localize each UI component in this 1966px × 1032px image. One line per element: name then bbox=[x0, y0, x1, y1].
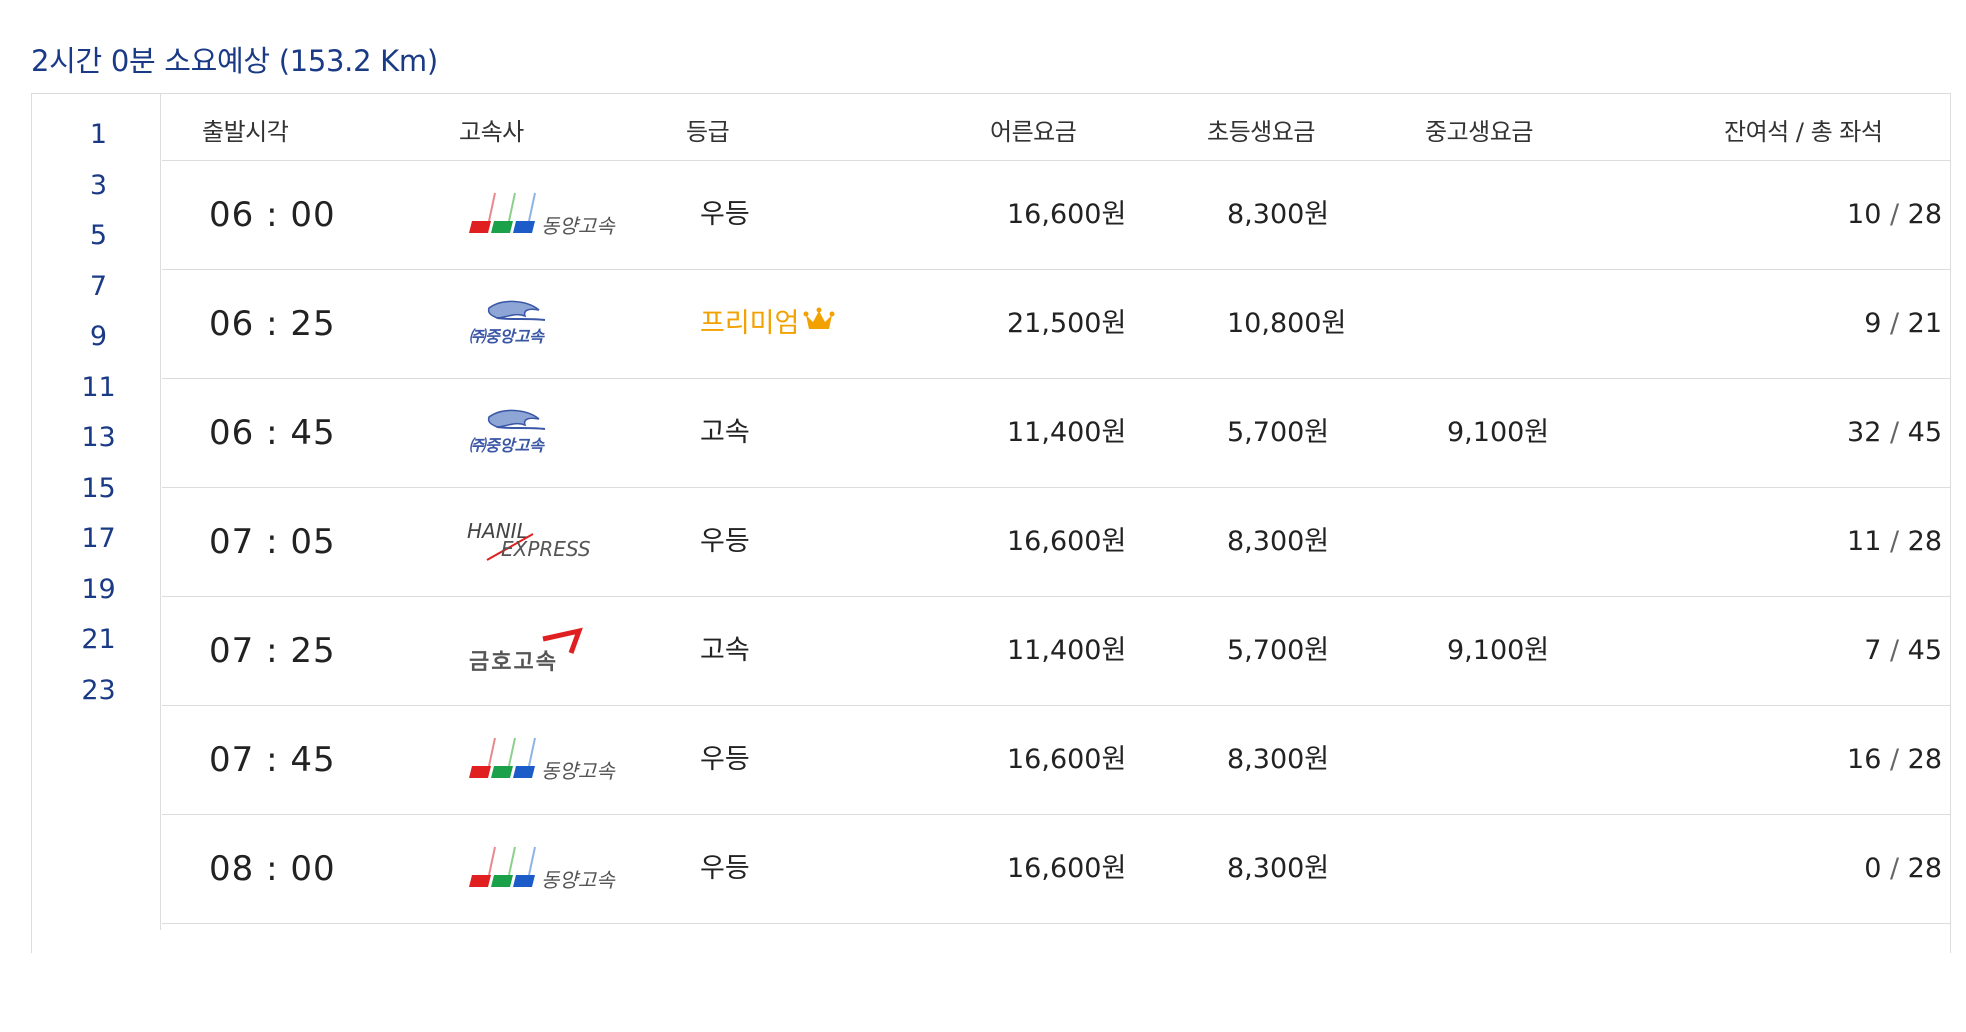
child-fare: 8,300원 bbox=[1227, 526, 1330, 557]
svg-text:금호고속: 금호고속 bbox=[469, 650, 558, 675]
total-seats: 28 bbox=[1907, 744, 1942, 775]
table-row[interactable]: 07 : 05 HANIL EXPRESS 우등 16,600원 8,300원 … bbox=[162, 488, 1950, 597]
seat-availability: 16 / 28 bbox=[1847, 744, 1942, 775]
hour-17[interactable]: 17 bbox=[31, 523, 166, 554]
premium-label: 프리미엄 bbox=[700, 308, 800, 339]
header-grade: 등급 bbox=[686, 118, 730, 146]
table-row[interactable]: 07 : 45 동양고속 우등 16,600원 8,300원 16 / 28 bbox=[162, 706, 1950, 815]
bus-timetable: 출발시각 고속사 등급 어른요금 초등생요금 중고생요금 잔여석 / 총 좌석 … bbox=[162, 94, 1950, 1032]
kumho-logo: 금호고속 bbox=[467, 623, 627, 679]
bus-grade: 프리미엄 bbox=[700, 270, 835, 378]
remaining-seats: 0 bbox=[1864, 853, 1882, 884]
table-row[interactable]: 08 : 00 동양고속 우등 16,600원 8,300원 0 / 28 bbox=[162, 815, 1950, 924]
total-seats: 28 bbox=[1907, 199, 1942, 230]
bus-grade: 우등 bbox=[700, 199, 750, 230]
seat-availability: 7 / 45 bbox=[1864, 635, 1942, 666]
adult-fare: 16,600원 bbox=[1007, 526, 1127, 557]
jungang-logo: ㈜중앙고속 bbox=[467, 405, 627, 461]
dongyang-logo: 동양고속 bbox=[467, 187, 627, 243]
hour-7[interactable]: 7 bbox=[31, 271, 166, 302]
teen-fare: 9,100원 bbox=[1447, 417, 1550, 448]
adult-fare: 21,500원 bbox=[1007, 308, 1127, 339]
bus-grade: 고속 bbox=[700, 417, 750, 448]
hour-21[interactable]: 21 bbox=[31, 624, 166, 655]
hour-3[interactable]: 3 bbox=[31, 170, 166, 201]
header-company: 고속사 bbox=[459, 118, 524, 146]
table-header: 출발시각 고속사 등급 어른요금 초등생요금 중고생요금 잔여석 / 총 좌석 bbox=[162, 94, 1950, 161]
hour-15[interactable]: 15 bbox=[31, 473, 166, 504]
departure-time: 07 : 45 bbox=[209, 740, 336, 780]
total-seats: 28 bbox=[1907, 526, 1942, 557]
remaining-seats: 9 bbox=[1864, 308, 1882, 339]
hour-11[interactable]: 11 bbox=[31, 372, 166, 403]
remaining-seats: 10 bbox=[1847, 199, 1882, 230]
teen-fare: 9,100원 bbox=[1447, 635, 1550, 666]
child-fare: 5,700원 bbox=[1227, 417, 1330, 448]
hour-5[interactable]: 5 bbox=[31, 220, 166, 251]
seat-availability: 10 / 28 bbox=[1847, 199, 1942, 230]
bus-grade: 고속 bbox=[700, 635, 750, 666]
hour-19[interactable]: 19 bbox=[31, 574, 166, 605]
header-seats: 잔여석 / 총 좌석 bbox=[1724, 118, 1883, 146]
child-fare: 10,800원 bbox=[1227, 308, 1347, 339]
hour-filter-column: 1 3 5 7 9 11 13 15 17 19 21 23 bbox=[31, 93, 161, 930]
table-row[interactable] bbox=[162, 924, 1950, 1032]
table-row[interactable]: 06 : 45 ㈜중앙고속 고속 11,400원 5,700원 9,100원 3… bbox=[162, 379, 1950, 488]
table-row[interactable]: 07 : 25 금호고속 고속 11,400원 5,700원 9,100원 7 … bbox=[162, 597, 1950, 706]
total-seats: 21 bbox=[1907, 308, 1942, 339]
total-seats: 45 bbox=[1907, 417, 1942, 448]
hanil-logo: HANIL EXPRESS bbox=[467, 514, 627, 570]
seat-availability: 9 / 21 bbox=[1864, 308, 1942, 339]
bus-grade: 우등 bbox=[700, 526, 750, 557]
remaining-seats: 16 bbox=[1847, 744, 1882, 775]
svg-text:㈜중앙고속: ㈜중앙고속 bbox=[469, 436, 545, 455]
remaining-seats: 32 bbox=[1847, 417, 1882, 448]
total-seats: 28 bbox=[1907, 853, 1942, 884]
crown-icon bbox=[803, 271, 835, 379]
svg-text:동양고속: 동양고속 bbox=[541, 868, 616, 892]
remaining-seats: 11 bbox=[1847, 526, 1882, 557]
header-departure-time: 출발시각 bbox=[202, 118, 289, 146]
hour-13[interactable]: 13 bbox=[31, 422, 166, 453]
seat-availability: 0 / 28 bbox=[1864, 853, 1942, 884]
child-fare: 8,300원 bbox=[1227, 744, 1330, 775]
adult-fare: 11,400원 bbox=[1007, 417, 1127, 448]
child-fare: 8,300원 bbox=[1227, 199, 1330, 230]
hour-23[interactable]: 23 bbox=[31, 675, 166, 706]
departure-time: 06 : 25 bbox=[209, 304, 336, 344]
adult-fare: 16,600원 bbox=[1007, 853, 1127, 884]
departure-time: 06 : 45 bbox=[209, 413, 336, 453]
bus-grade: 우등 bbox=[700, 744, 750, 775]
dongyang-logo: 동양고속 bbox=[467, 732, 627, 788]
adult-fare: 11,400원 bbox=[1007, 635, 1127, 666]
trip-summary: 2시간 0분 소요예상 (153.2 Km) bbox=[31, 44, 438, 78]
adult-fare: 16,600원 bbox=[1007, 199, 1127, 230]
departure-time: 07 : 25 bbox=[209, 631, 336, 671]
dongyang-logo: 동양고속 bbox=[467, 841, 627, 897]
seat-availability: 11 / 28 bbox=[1847, 526, 1942, 557]
child-fare: 5,700원 bbox=[1227, 635, 1330, 666]
departure-time: 08 : 00 bbox=[209, 849, 336, 889]
departure-time: 07 : 05 bbox=[209, 522, 336, 562]
svg-text:EXPRESS: EXPRESS bbox=[501, 537, 591, 561]
total-seats: 45 bbox=[1907, 635, 1942, 666]
hour-9[interactable]: 9 bbox=[31, 321, 166, 352]
svg-text:동양고속: 동양고속 bbox=[541, 214, 616, 238]
child-fare: 8,300원 bbox=[1227, 853, 1330, 884]
header-teen-fare: 중고생요금 bbox=[1425, 118, 1533, 146]
remaining-seats: 7 bbox=[1864, 635, 1882, 666]
seat-availability: 32 / 45 bbox=[1847, 417, 1942, 448]
hour-1[interactable]: 1 bbox=[31, 119, 166, 150]
departure-time: 06 : 00 bbox=[209, 195, 336, 235]
adult-fare: 16,600원 bbox=[1007, 744, 1127, 775]
bus-grade: 우등 bbox=[700, 853, 750, 884]
header-adult-fare: 어른요금 bbox=[990, 118, 1077, 146]
svg-text:㈜중앙고속: ㈜중앙고속 bbox=[469, 327, 545, 346]
svg-text:동양고속: 동양고속 bbox=[541, 759, 616, 783]
header-child-fare: 초등생요금 bbox=[1207, 118, 1315, 146]
table-row[interactable]: 06 : 00 동양고속 우등 16,600원 8,300원 10 / 28 bbox=[162, 161, 1950, 270]
jungang-logo: ㈜중앙고속 bbox=[467, 296, 627, 352]
table-row[interactable]: 06 : 25 ㈜중앙고속 프리미엄 21,500원 10,800원 9 / 2… bbox=[162, 270, 1950, 379]
